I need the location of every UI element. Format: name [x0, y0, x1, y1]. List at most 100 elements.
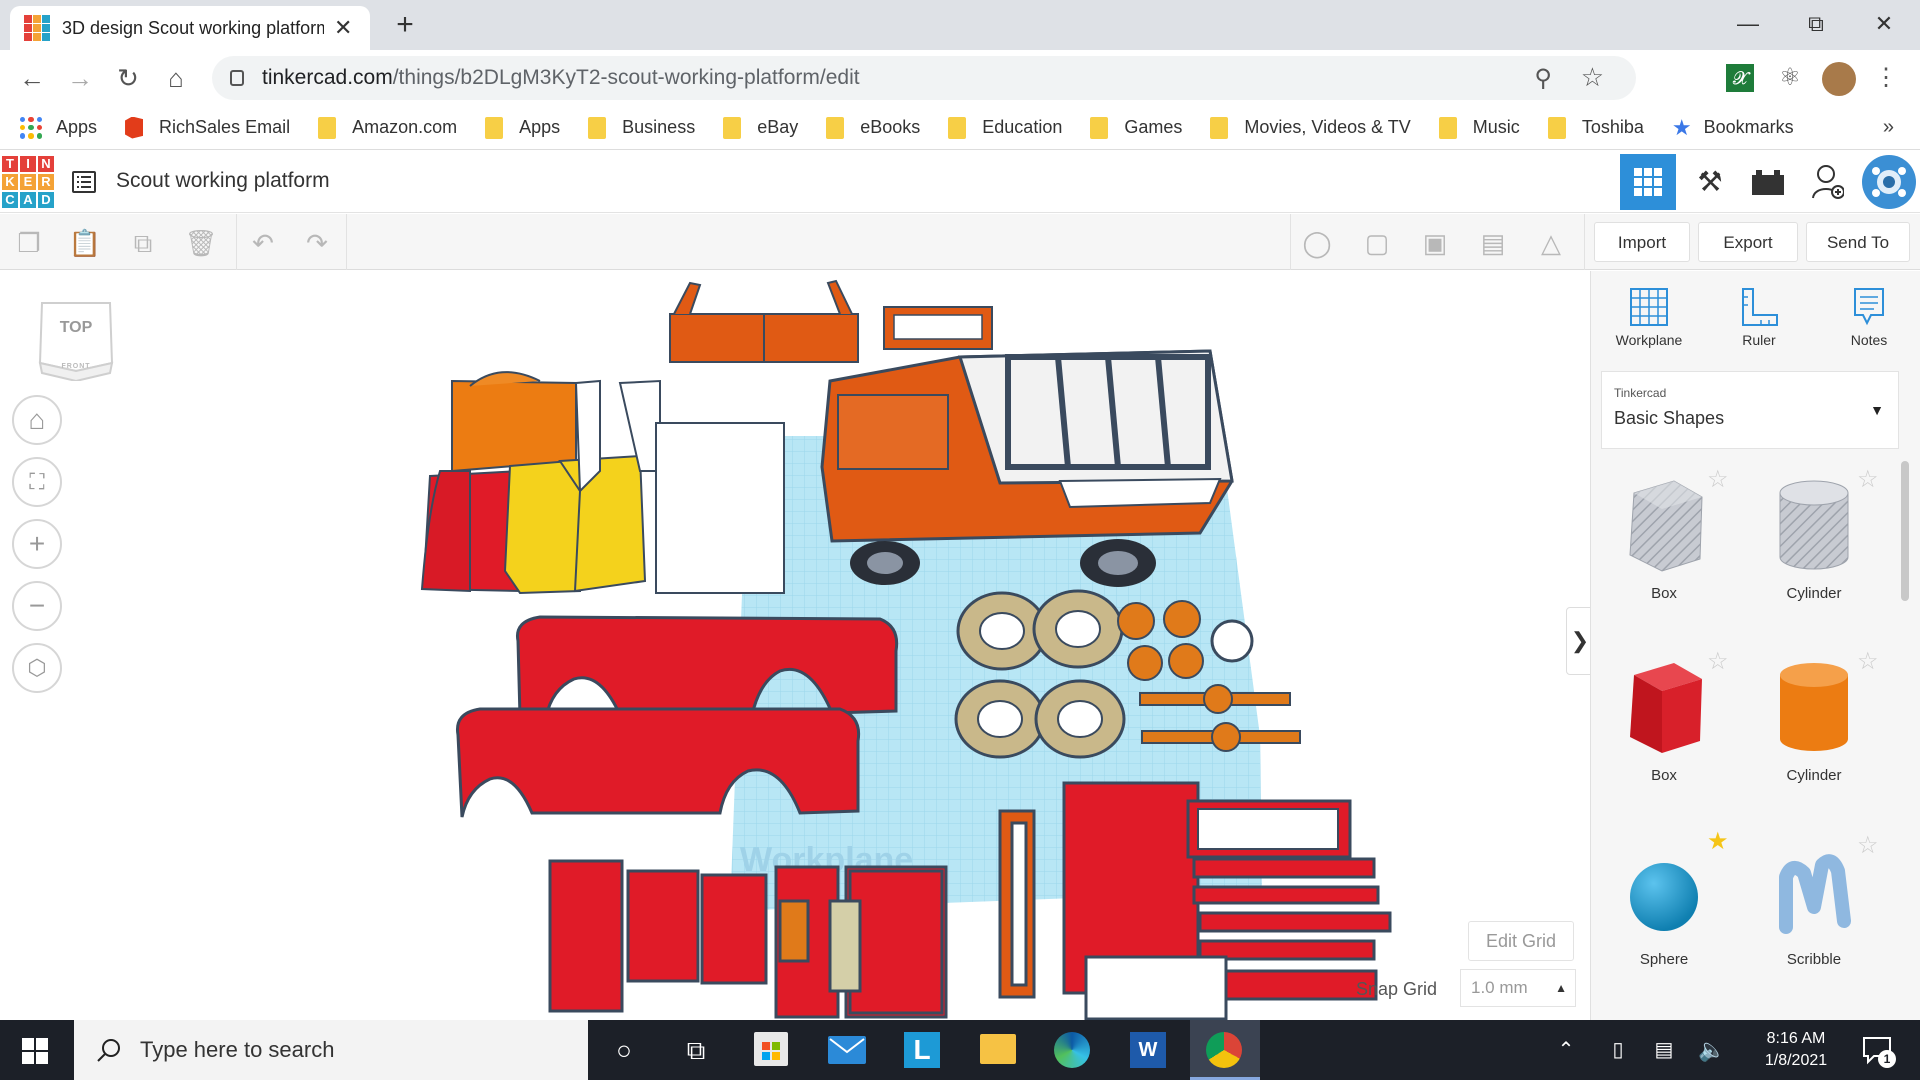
design-title[interactable]: Scout working platform	[116, 169, 330, 193]
shape-scribble[interactable]: ☆ Scribble	[1749, 832, 1879, 968]
star-icon[interactable]: ☆	[1857, 465, 1879, 494]
user-avatar[interactable]	[1862, 155, 1916, 209]
puzzle-icon[interactable]: ⚛	[1772, 60, 1808, 96]
network-icon[interactable]: ▤	[1644, 1030, 1684, 1070]
address-bar[interactable]: tinkercad.com/things/b2DLgM3KyT2-scout-w…	[212, 56, 1636, 100]
shape-box-hole[interactable]: ☆ Box	[1599, 466, 1729, 602]
new-tab-button[interactable]: +	[388, 8, 422, 42]
bookmark-folder[interactable]: Music	[1438, 116, 1520, 139]
bookmark-apps[interactable]: Apps	[20, 116, 97, 139]
panel-scrollbar[interactable]	[1901, 461, 1909, 601]
copy-icon[interactable]: ❐	[12, 226, 46, 260]
edit-grid-button[interactable]: Edit Grid	[1468, 921, 1574, 961]
chrome-taskbar-button[interactable]	[1190, 1020, 1260, 1080]
taskbar-clock[interactable]: 8:16 AM 1/8/2021	[1746, 1028, 1846, 1072]
windows-start-icon[interactable]	[22, 1038, 48, 1069]
delete-icon[interactable]: 🗑	[184, 226, 218, 260]
bookmark-star-icon[interactable]: ☆	[1581, 62, 1604, 93]
back-icon[interactable]: ←	[12, 58, 52, 98]
bookmark-folder[interactable]: Education	[948, 116, 1062, 139]
bookmark-folder[interactable]: Toshiba	[1547, 116, 1644, 139]
mail-icon[interactable]	[828, 1036, 866, 1064]
zoom-in-icon[interactable]: +	[12, 519, 62, 569]
tinkercad-logo[interactable]: T I N K E R C A D	[2, 156, 54, 208]
bookmark-folder[interactable]: eBay	[723, 116, 798, 139]
orange-frame-part[interactable]	[883, 306, 993, 350]
ungroup-icon[interactable]: ▣	[1418, 226, 1452, 260]
taskbar-search[interactable]: Type here to search	[74, 1020, 588, 1080]
orange-tray-part[interactable]	[669, 279, 859, 363]
bookmark-bookmarks[interactable]: ★ Bookmarks	[1672, 115, 1794, 141]
restore-icon[interactable]: ⧉	[1786, 6, 1846, 42]
lightbulb-icon[interactable]: ◯	[1300, 226, 1334, 260]
mirror-icon[interactable]: △	[1534, 226, 1568, 260]
duplicate-icon[interactable]: ⧉	[126, 226, 160, 260]
bookmark-folder[interactable]: Amazon.com	[318, 116, 457, 139]
bookmark-folder[interactable]: Apps	[485, 116, 560, 139]
file-explorer-icon[interactable]	[980, 1034, 1016, 1064]
import-button[interactable]: Import	[1594, 222, 1690, 262]
extension-icon[interactable]: 𝓧	[1726, 64, 1754, 92]
door-panel-parts[interactable]	[548, 859, 948, 1019]
shape-library-select[interactable]: Tinkercad Basic Shapes ▼	[1601, 371, 1899, 449]
align-icon[interactable]: ▤	[1476, 226, 1510, 260]
design-canvas[interactable]: Workplane TOP FRONT ⌂ ⛶ + − ⬡ ❯ Edit Gri…	[0, 271, 1590, 1020]
star-icon[interactable]: ☆	[1707, 647, 1729, 676]
task-view-icon[interactable]: ⧉	[676, 1030, 716, 1070]
home-icon[interactable]: ⌂	[156, 58, 196, 98]
ortho-view-icon[interactable]: ⬡	[12, 643, 62, 693]
3d-view-grid-icon[interactable]	[1620, 154, 1676, 210]
bookmark-folder[interactable]: Business	[588, 116, 695, 139]
bookmark-folder[interactable]: Movies, Videos & TV	[1210, 116, 1411, 139]
battery-icon[interactable]: ▯	[1598, 1030, 1638, 1070]
app-l-icon[interactable]: L	[904, 1032, 940, 1068]
cortana-icon[interactable]: ○	[604, 1030, 644, 1070]
cab-interior-part[interactable]	[420, 371, 785, 595]
pickaxe-icon[interactable]: ⚒	[1682, 154, 1738, 210]
red-body-side-lower[interactable]	[455, 707, 861, 818]
redo-icon[interactable]: ↷	[300, 226, 334, 260]
design-list-icon[interactable]	[72, 171, 96, 193]
notification-center-icon[interactable]: 1	[1860, 1032, 1896, 1068]
shape-cylinder[interactable]: ☆ Cylinder	[1749, 648, 1879, 784]
forward-icon[interactable]: →	[60, 58, 100, 98]
star-filled-icon[interactable]: ★	[1707, 827, 1729, 856]
star-icon[interactable]: ☆	[1707, 465, 1729, 494]
minimize-icon[interactable]: —	[1718, 6, 1778, 42]
add-user-icon[interactable]	[1800, 154, 1856, 210]
profile-avatar[interactable]	[1822, 62, 1856, 96]
store-icon[interactable]	[754, 1032, 788, 1066]
bookmark-richsales[interactable]: RichSales Email	[125, 116, 290, 139]
volume-icon[interactable]: 🔈	[1692, 1030, 1732, 1070]
star-icon[interactable]: ☆	[1857, 831, 1879, 860]
shape-box[interactable]: ☆ Box	[1599, 648, 1729, 784]
notes-tool[interactable]: Notes	[1819, 285, 1919, 348]
shape-cylinder-hole[interactable]: ☆ Cylinder	[1749, 466, 1879, 602]
bricks-icon[interactable]	[1740, 154, 1796, 210]
fit-view-icon[interactable]: ⛶	[12, 457, 62, 507]
shape-sphere[interactable]: ★ Sphere	[1599, 828, 1729, 968]
zoom-icon[interactable]: ⚲	[1534, 64, 1552, 93]
star-icon[interactable]: ☆	[1857, 647, 1879, 676]
view-cube[interactable]: TOP FRONT	[36, 299, 116, 383]
window-close-icon[interactable]: ✕	[1854, 6, 1914, 42]
menu-dots-icon[interactable]: ⋮	[1868, 60, 1904, 96]
undo-icon[interactable]: ↶	[246, 226, 280, 260]
tab-close-icon[interactable]: ✕	[334, 15, 352, 41]
bookmark-folder[interactable]: Games	[1090, 116, 1182, 139]
tray-chevron-icon[interactable]: ⌃	[1546, 1030, 1586, 1070]
home-view-icon[interactable]: ⌂	[12, 395, 62, 445]
workplane-tool[interactable]: Workplane	[1599, 285, 1699, 348]
browser-tab[interactable]: 3D design Scout working platform ✕	[10, 6, 370, 50]
red-body-side-upper[interactable]	[515, 615, 899, 719]
word-icon[interactable]: W	[1130, 1032, 1166, 1068]
edge-icon[interactable]	[1054, 1032, 1090, 1068]
export-button[interactable]: Export	[1698, 222, 1798, 262]
zoom-out-icon[interactable]: −	[12, 581, 62, 631]
bookmarks-overflow[interactable]: »	[1883, 116, 1894, 139]
paste-icon[interactable]: 📋	[68, 226, 102, 260]
workplane-scene[interactable]: Workplane	[0, 271, 1590, 1020]
snap-grid-select[interactable]: 1.0 mm ▲	[1460, 969, 1576, 1007]
ruler-tool[interactable]: Ruler	[1709, 285, 1809, 348]
panel-collapse-toggle[interactable]: ❯	[1566, 607, 1590, 675]
